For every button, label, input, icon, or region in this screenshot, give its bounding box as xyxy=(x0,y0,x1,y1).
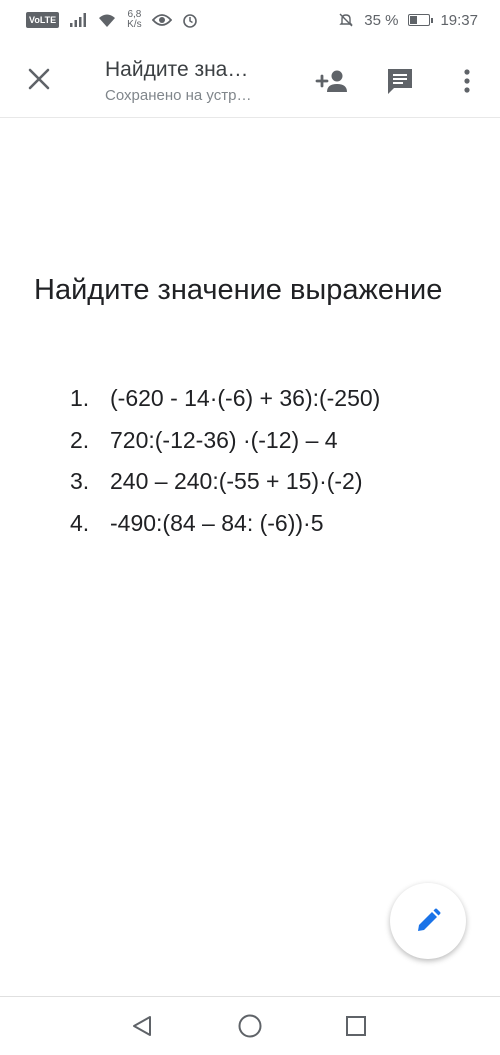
volte-badge: VoLTE xyxy=(26,12,60,28)
list-number: 4. xyxy=(70,509,90,536)
list-item: 1. (-620 - 14·(-6) + 36):(-250) xyxy=(70,378,380,420)
clock: 19:37 xyxy=(440,11,478,29)
list-number: 3. xyxy=(70,468,90,494)
home-button[interactable] xyxy=(235,1011,265,1041)
app-bar: Найдите зна… Сохранено на устр… xyxy=(0,40,500,118)
list-item: 2. 720:(-12-36) ·(-12) – 4 xyxy=(70,420,380,462)
close-icon xyxy=(28,68,50,90)
recents-square-icon xyxy=(346,1016,366,1036)
back-button[interactable] xyxy=(127,1011,157,1041)
list-item: 4. -490:(84 – 84: (-6))·5 xyxy=(70,503,380,545)
alarm-icon xyxy=(182,14,197,28)
list-number: 2. xyxy=(70,426,90,453)
list-number: 1. xyxy=(70,385,90,411)
eye-icon xyxy=(151,14,172,26)
more-vert-icon xyxy=(464,69,470,93)
network-speed: 6,8 K/s xyxy=(127,10,141,30)
status-left: VoLTE 6,8 K/s xyxy=(26,10,198,30)
status-bar: VoLTE 6,8 K/s 35 % 19:37 xyxy=(0,0,500,40)
task-list: 1. (-620 - 14·(-6) + 36):(-250) 2. 720:(-1… xyxy=(70,378,380,544)
bell-muted-icon xyxy=(339,13,353,27)
wifi-icon xyxy=(99,14,116,27)
edit-fab-button[interactable] xyxy=(390,883,466,959)
comment-button[interactable] xyxy=(383,64,417,98)
edit-pencil-icon xyxy=(418,908,441,931)
expression-text: 240 – 240:(-55 + 15)·(-2) xyxy=(110,468,363,494)
expression-text: 720:(-12-36) ·(-12) – 4 xyxy=(110,426,338,453)
add-person-icon xyxy=(315,70,347,92)
document-body[interactable]: Найдите значение выражение 1. (-620 - 14·… xyxy=(0,118,500,996)
more-options-button[interactable] xyxy=(450,64,484,98)
back-triangle-icon xyxy=(133,1016,151,1036)
recents-button[interactable] xyxy=(341,1011,371,1041)
home-circle-icon xyxy=(238,1014,262,1038)
battery-fill xyxy=(410,16,418,24)
document-titles: Найдите зна… Сохранено на устр… xyxy=(105,58,305,104)
comment-icon xyxy=(388,69,412,94)
document-title: Найдите зна… xyxy=(105,58,249,81)
battery-icon xyxy=(408,14,434,26)
network-speed-unit: K/s xyxy=(127,19,142,30)
expression-text: -490:(84 – 84: (-6))·5 xyxy=(110,509,324,536)
save-status: Сохранено на устр… xyxy=(105,87,252,104)
battery-percent: 35 % xyxy=(364,11,399,29)
list-item: 3. 240 – 240:(-55 + 15)·(-2) xyxy=(70,461,380,503)
status-right: 35 % 19:37 xyxy=(338,12,478,29)
system-nav-bar xyxy=(0,996,500,1055)
signal-icon xyxy=(70,13,87,27)
close-button[interactable] xyxy=(22,62,56,96)
document-heading: Найдите значение выражение xyxy=(34,274,443,306)
expression-text: (-620 - 14·(-6) + 36):(-250) xyxy=(110,385,381,411)
add-person-button[interactable] xyxy=(315,64,349,98)
